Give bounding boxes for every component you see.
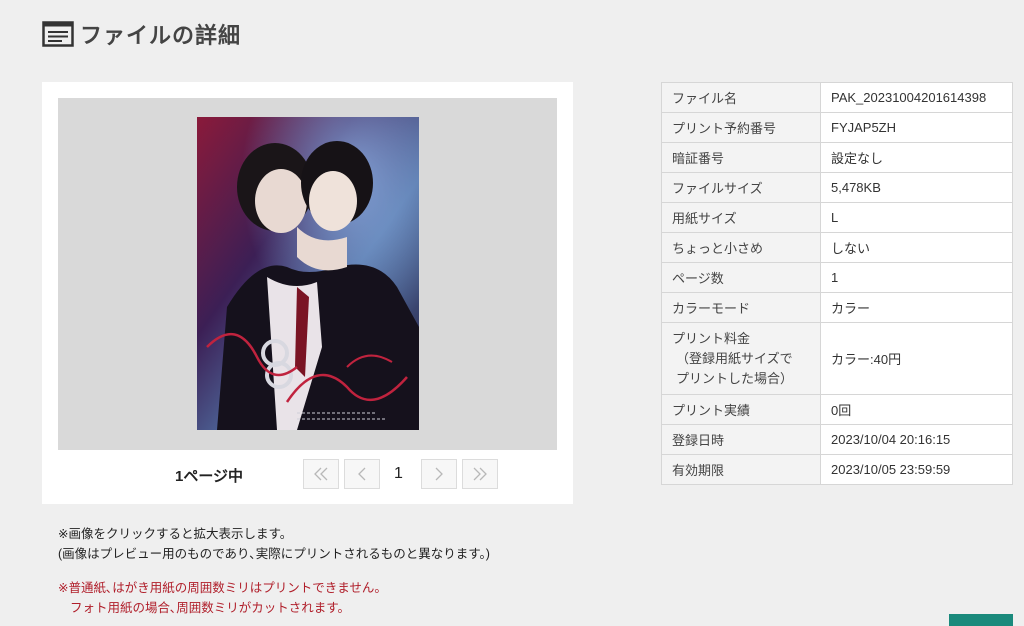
note-line: (画像はプレビュー用のものであり､実際にプリントされるものと異なります。) xyxy=(58,547,490,561)
detail-label: ページ数 xyxy=(661,262,821,293)
detail-value: FYJAP5ZH xyxy=(820,112,1013,143)
table-row: 暗証番号 設定なし xyxy=(661,142,1013,173)
table-row: ファイル名 PAK_20231004201614398 xyxy=(661,82,1013,113)
detail-label: ファイルサイズ xyxy=(661,172,821,203)
detail-value: 2023/10/04 20:16:15 xyxy=(820,424,1013,455)
action-button[interactable] xyxy=(949,614,1013,626)
prev-page-button[interactable] xyxy=(344,459,380,489)
table-row: プリント予約番号 FYJAP5ZH xyxy=(661,112,1013,143)
warning-line: ※普通紙､はがき用紙の周囲数ミリはプリントできません。 xyxy=(58,581,387,595)
document-list-icon xyxy=(42,21,74,47)
detail-label: プリント料金 （登録用紙サイズで プリントした場合） xyxy=(661,322,821,395)
detail-value: 5,478KB xyxy=(820,172,1013,203)
detail-label: プリント実績 xyxy=(661,394,821,425)
print-warning: ※普通紙､はがき用紙の周囲数ミリはプリントできません。 フォト用紙の場合､周囲数… xyxy=(58,578,387,618)
detail-value: 0回 xyxy=(820,394,1013,425)
preview-card: 1ページ中 1 xyxy=(42,82,573,504)
table-row: 用紙サイズ L xyxy=(661,202,1013,233)
first-page-button[interactable] xyxy=(303,459,339,489)
detail-value: 2023/10/05 23:59:59 xyxy=(820,454,1013,485)
page-title: ファイルの詳細 xyxy=(80,23,242,48)
double-chevron-left-icon xyxy=(314,467,328,481)
table-row: 登録日時 2023/10/04 20:16:15 xyxy=(661,424,1013,455)
detail-value: カラー:40円 xyxy=(820,322,1013,395)
detail-label: ちょっと小さめ xyxy=(661,232,821,263)
detail-label: 登録日時 xyxy=(661,424,821,455)
chevron-left-icon xyxy=(358,467,366,481)
file-detail-table: ファイル名 PAK_20231004201614398 プリント予約番号 FYJ… xyxy=(661,82,1013,485)
detail-label: 暗証番号 xyxy=(661,142,821,173)
current-page: 1 xyxy=(394,465,403,482)
note-line: ※画像をクリックすると拡大表示します。 xyxy=(58,527,293,541)
preview-image[interactable] xyxy=(197,117,419,430)
print-fee-note-2: プリントした場合） xyxy=(676,370,794,386)
table-row: ファイルサイズ 5,478KB xyxy=(661,172,1013,203)
detail-value: PAK_20231004201614398 xyxy=(820,82,1013,113)
double-chevron-right-icon xyxy=(473,467,487,481)
print-fee-note-1: （登録用紙サイズで xyxy=(676,350,793,366)
detail-value: L xyxy=(820,202,1013,233)
detail-label: 用紙サイズ xyxy=(661,202,821,233)
detail-label: ファイル名 xyxy=(661,82,821,113)
page-count-label: 1ページ中 xyxy=(175,468,244,485)
preview-area xyxy=(58,98,557,450)
table-row: ページ数 1 xyxy=(661,262,1013,293)
preview-notes: ※画像をクリックすると拡大表示します。 (画像はプレビュー用のものであり､実際に… xyxy=(58,524,490,564)
table-row: カラーモード カラー xyxy=(661,292,1013,323)
table-row: プリント料金 （登録用紙サイズで プリントした場合） カラー:40円 xyxy=(661,322,1013,395)
next-page-button[interactable] xyxy=(421,459,457,489)
detail-value: 設定なし xyxy=(820,142,1013,173)
warning-line: フォト用紙の場合､周囲数ミリがカットされます。 xyxy=(70,601,351,615)
table-row: ちょっと小さめ しない xyxy=(661,232,1013,263)
detail-label: カラーモード xyxy=(661,292,821,323)
chevron-right-icon xyxy=(435,467,443,481)
table-row: プリント実績 0回 xyxy=(661,394,1013,425)
print-fee-label: プリント料金 xyxy=(672,330,751,346)
table-row: 有効期限 2023/10/05 23:59:59 xyxy=(661,454,1013,485)
detail-label: プリント予約番号 xyxy=(661,112,821,143)
detail-value: 1 xyxy=(820,262,1013,293)
detail-label: 有効期限 xyxy=(661,454,821,485)
page-header: ファイルの詳細 xyxy=(42,18,241,50)
last-page-button[interactable] xyxy=(462,459,498,489)
cover-artwork xyxy=(197,117,419,430)
detail-value: カラー xyxy=(820,292,1013,323)
detail-value: しない xyxy=(820,232,1013,263)
pagination: 1ページ中 1 xyxy=(42,458,573,492)
